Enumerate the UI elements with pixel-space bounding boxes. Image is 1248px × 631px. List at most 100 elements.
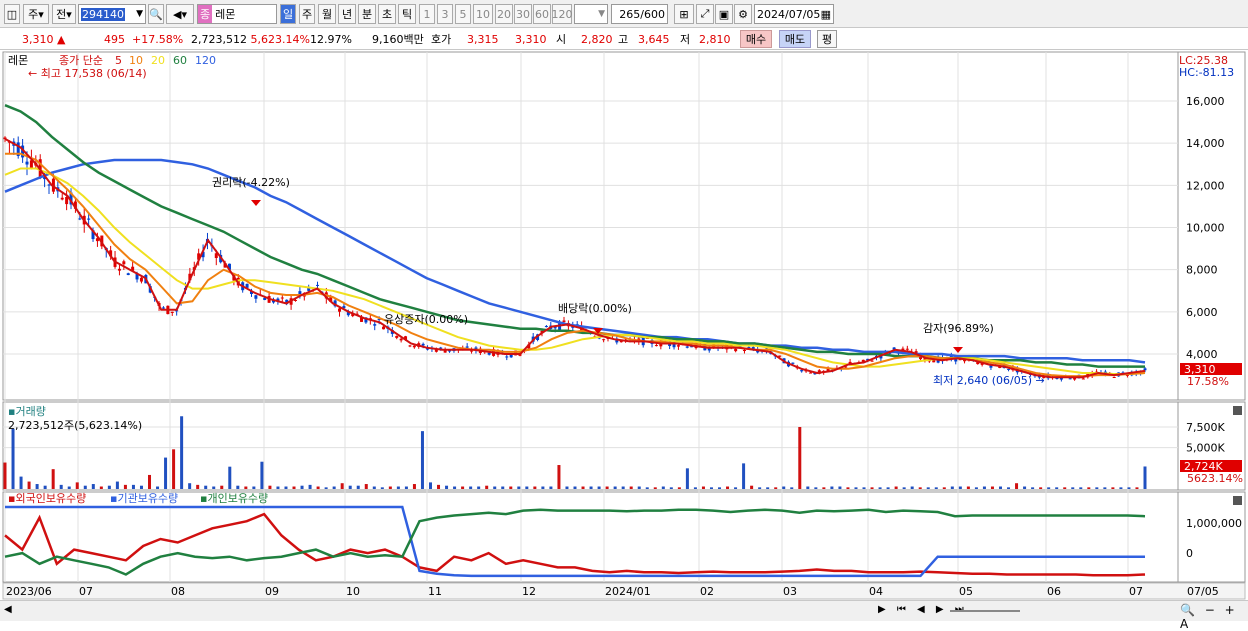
- candle-body: [280, 297, 284, 299]
- chart-tool-icon[interactable]: ⊞: [674, 4, 694, 24]
- volume-bar: [509, 486, 513, 489]
- volume-bar: [1063, 487, 1067, 489]
- candle-body: [170, 311, 174, 313]
- low-annotation: 최저 2,640 (06/05) →: [933, 374, 1045, 387]
- volume-bar: [268, 485, 272, 489]
- volume-bar: [188, 483, 192, 489]
- interval-10-button[interactable]: 10: [473, 4, 493, 24]
- volume-bar: [533, 486, 537, 489]
- market-menu[interactable]: 주 ▾: [23, 4, 49, 24]
- volume-bar: [798, 427, 802, 489]
- volume-bar: [709, 487, 713, 489]
- volume-bar: [878, 487, 882, 489]
- stock-code-input[interactable]: 294140 ▼: [78, 4, 146, 24]
- candle-body: [1073, 377, 1077, 380]
- zoom-slider[interactable]: [950, 610, 1020, 612]
- interval-5-button[interactable]: 5: [455, 4, 471, 24]
- volume-bar: [645, 487, 649, 489]
- x-tick-label: 03: [783, 585, 797, 598]
- volume-bar: [870, 487, 874, 489]
- volume-bar: [774, 487, 778, 489]
- candle-body: [122, 261, 126, 265]
- volume-bar: [549, 486, 553, 489]
- period-second-button[interactable]: 초: [378, 4, 396, 24]
- y-tick-label: 12,000: [1186, 179, 1225, 192]
- interval-30-button[interactable]: 30: [514, 4, 532, 24]
- period-month-button[interactable]: 월: [318, 4, 336, 24]
- zoom-icons[interactable]: 🔍 − + A: [1180, 603, 1248, 631]
- volume-bar: [589, 486, 593, 489]
- period-tick-button[interactable]: 틱: [398, 4, 416, 24]
- volume-bar: [814, 487, 818, 489]
- sell-button[interactable]: 매도: [779, 30, 811, 48]
- candle-body: [870, 360, 874, 362]
- volume-bar: [91, 484, 95, 489]
- panel-frame-0: [2, 51, 1179, 401]
- volume-bar: [517, 486, 521, 489]
- period-day-button[interactable]: 일: [280, 4, 296, 24]
- search-icon[interactable]: 🔍: [148, 4, 164, 24]
- ma-legend-20: 20: [151, 54, 165, 67]
- count-input[interactable]: 265/600: [611, 4, 668, 24]
- buy-button[interactable]: 매수: [740, 30, 772, 48]
- interval-1-button[interactable]: 1: [419, 4, 435, 24]
- all-menu[interactable]: 전 ▾: [52, 4, 76, 24]
- event-label: 감자(96.89%): [923, 322, 994, 335]
- volume-bar: [1111, 487, 1115, 489]
- volume-bar: [364, 484, 368, 489]
- interval-input[interactable]: ▼: [574, 4, 608, 24]
- volume-bar: [292, 486, 296, 489]
- crosshair-icon[interactable]: ⤢: [696, 4, 714, 24]
- period-week-button[interactable]: 주: [299, 4, 315, 24]
- average-button[interactable]: 평: [817, 30, 837, 48]
- interval-20-button[interactable]: 20: [495, 4, 513, 24]
- volume-bar: [428, 482, 432, 489]
- period-year-button[interactable]: 년: [338, 4, 356, 24]
- last-pct-label: 17.58%: [1187, 375, 1229, 388]
- stock-name-field[interactable]: 종 레몬: [197, 4, 277, 24]
- save-icon[interactable]: ▣: [715, 4, 733, 24]
- volume-bar: [982, 486, 986, 489]
- x-tick-label: 12: [522, 585, 536, 598]
- trade-volume: 2,723,512 5,623.14%: [191, 30, 310, 48]
- chart-area[interactable]: 2023/06 07 08 09 10 11 12 2024/01 02 03 04 05 06 07 07…: [0, 50, 1248, 600]
- volume-bar: [1015, 483, 1019, 489]
- candle-body: [1112, 377, 1116, 379]
- high-label: 고: [618, 33, 629, 46]
- interval-3-button[interactable]: 3: [437, 4, 453, 24]
- candle-body: [421, 343, 425, 346]
- volume-bar: [252, 486, 256, 489]
- sound-icon[interactable]: ◀▾: [166, 4, 194, 24]
- candle-body: [742, 349, 746, 352]
- candle-body: [87, 218, 91, 220]
- code-dropdown-icon[interactable]: ▼: [136, 9, 143, 19]
- gear-icon[interactable]: ⚙: [734, 4, 752, 24]
- scroll-left-icon[interactable]: ◀: [4, 604, 12, 615]
- calendar-icon[interactable]: ▦: [821, 8, 831, 21]
- y-tick-label: 4,000: [1186, 348, 1218, 361]
- period-minute-button[interactable]: 분: [358, 4, 376, 24]
- candle-body: [808, 372, 812, 374]
- volume-bar: [966, 486, 970, 489]
- y-tick-label: 6,000: [1186, 306, 1218, 319]
- volume-bar: [172, 449, 176, 489]
- volume-bar: [445, 485, 449, 489]
- candle-body: [78, 218, 82, 220]
- volume-bar: [1039, 487, 1043, 489]
- axis-frame-2: [1177, 491, 1246, 583]
- x-tick-label: 07: [1129, 585, 1143, 598]
- layout-icon[interactable]: ◫: [4, 4, 20, 24]
- price-change-value: 495: [104, 32, 125, 46]
- panel-frame-1: [2, 401, 1179, 491]
- interval-60-button[interactable]: 60: [533, 4, 551, 24]
- trade-amount: 9,160백만: [372, 33, 424, 46]
- interval-120-button[interactable]: 120: [552, 4, 573, 24]
- interval-dropdown-icon[interactable]: ▼: [598, 9, 605, 19]
- volume-bar: [669, 487, 673, 489]
- volume-bar: [139, 485, 143, 489]
- volume-bar: [1095, 487, 1099, 489]
- volume-bar: [59, 484, 63, 489]
- date-input[interactable]: 2024/07/05 ▦: [754, 4, 834, 24]
- count-value: 265: [619, 7, 641, 21]
- candle-body: [505, 356, 509, 358]
